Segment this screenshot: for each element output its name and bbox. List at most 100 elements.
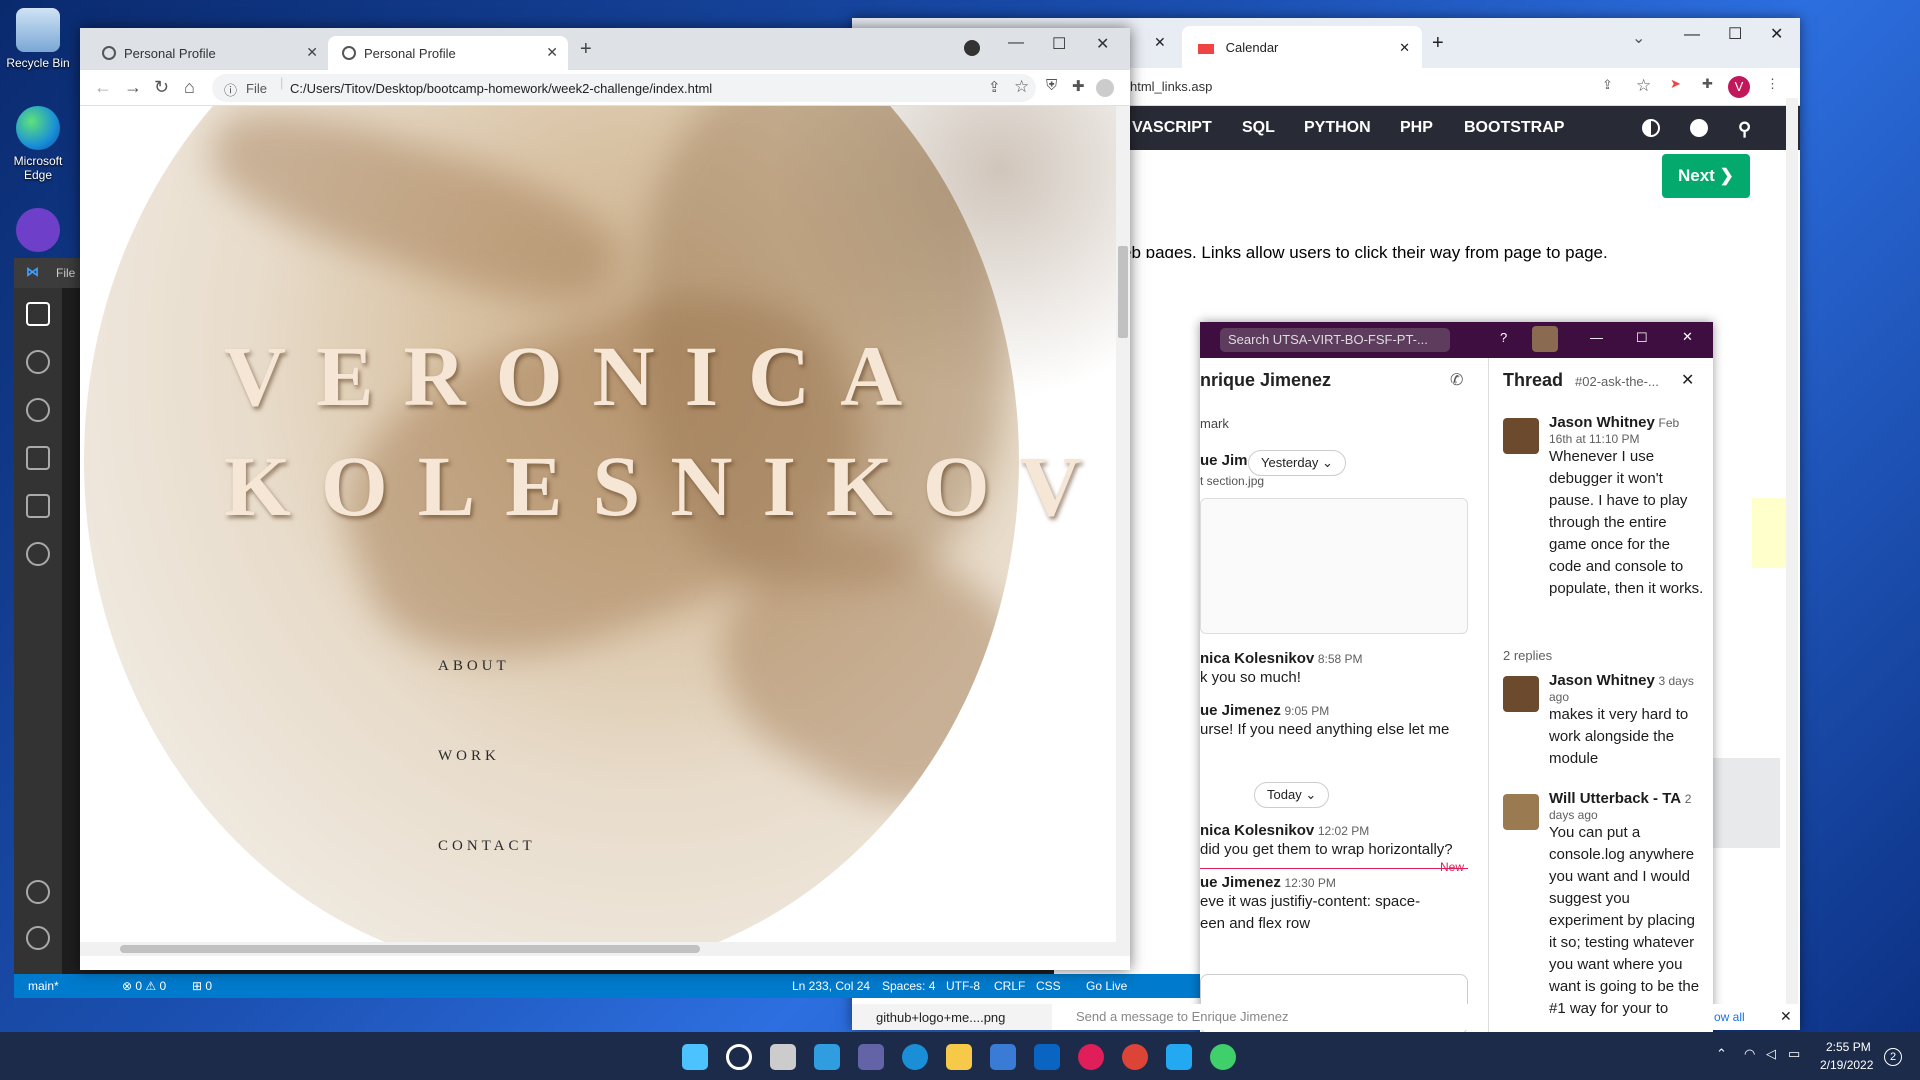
github-desktop-icon[interactable]	[16, 208, 60, 252]
message-author[interactable]: nica Kolesnikov	[1200, 650, 1314, 667]
run-debug-icon[interactable]	[26, 446, 50, 470]
close-window-icon[interactable]: ✕	[1770, 24, 1783, 44]
scrollbar-thumb[interactable]	[120, 945, 700, 953]
desktop-icon-recycle-bin[interactable]: Recycle Bin	[4, 8, 72, 70]
volume-icon[interactable]: ◁	[1766, 1046, 1776, 1062]
nav-link-contact[interactable]: CONTACT	[438, 838, 536, 855]
desktop-icon-edge[interactable]: Microsoft Edge	[4, 106, 72, 182]
clock-time[interactable]: 2:55 PM	[1826, 1040, 1871, 1054]
share-icon[interactable]: ⇪	[1602, 77, 1613, 93]
problems-status[interactable]: ⊗ 0 ⚠ 0	[122, 979, 166, 993]
dm-header-name[interactable]: nrique Jimenez	[1200, 370, 1331, 391]
bookmark-bar[interactable]: mark	[1200, 416, 1229, 431]
search-icon[interactable]	[726, 1044, 752, 1070]
eol-status[interactable]: CRLF	[994, 979, 1025, 993]
nav-link-about[interactable]: ABOUT	[438, 658, 510, 675]
tab-personal-profile-1[interactable]: Personal Profile ✕	[88, 36, 328, 70]
message-author[interactable]: ue Jimenez	[1200, 702, 1281, 719]
forward-icon[interactable]: →	[124, 77, 142, 98]
mail-icon[interactable]	[1034, 1044, 1060, 1070]
slack-search-input[interactable]: Search UTSA-VIRT-BO-FSF-PT-...	[1220, 328, 1450, 352]
dark-mode-icon[interactable]	[1642, 119, 1660, 137]
composer-placeholder[interactable]: Send a message to Enrique Jimenez	[1076, 1009, 1288, 1024]
next-button[interactable]: Next ❯	[1662, 154, 1750, 198]
indentation-status[interactable]: Spaces: 4	[882, 979, 935, 993]
close-tab-icon[interactable]: ✕	[546, 44, 558, 61]
encoding-status[interactable]: UTF-8	[946, 979, 980, 993]
tab-search-icon[interactable]: ⌄	[1632, 28, 1645, 48]
wifi-icon[interactable]: ◠	[1744, 1046, 1755, 1062]
vertical-scrollbar[interactable]	[1116, 106, 1130, 956]
code-screenshot-image[interactable]	[1200, 498, 1468, 634]
close-downloads-icon[interactable]: ✕	[1780, 1008, 1792, 1025]
vscode-icon[interactable]	[1166, 1044, 1192, 1070]
address-bar[interactable]: ⓘ File | C:/Users/Titov/Desktop/bootcamp…	[212, 74, 1036, 102]
tab-personal-profile-2[interactable]: Personal Profile ✕	[328, 36, 568, 70]
scrollbar[interactable]	[1786, 98, 1798, 1030]
settings-gear-icon[interactable]	[26, 926, 50, 950]
message-author[interactable]: Will Utterback - TA	[1549, 790, 1681, 807]
git-branch-status[interactable]: main*	[28, 979, 59, 993]
clock-date[interactable]: 2/19/2022	[1820, 1058, 1873, 1072]
search-icon[interactable]: ⚲	[1738, 119, 1751, 140]
extensions-icon[interactable]	[26, 494, 50, 518]
horizontal-scrollbar[interactable]	[80, 942, 1116, 956]
share-icon[interactable]: ⇪	[988, 78, 1001, 96]
language-status[interactable]: CSS	[1036, 979, 1061, 993]
task-view-icon[interactable]	[770, 1044, 796, 1070]
globe-icon[interactable]	[1690, 119, 1708, 137]
avatar[interactable]	[1503, 794, 1539, 830]
nav-item-javascript[interactable]: VASCRIPT	[1132, 119, 1212, 137]
tab-search-icon[interactable]	[964, 40, 980, 56]
maximize-icon[interactable]: ☐	[1636, 330, 1648, 346]
chrome-icon[interactable]	[1122, 1044, 1148, 1070]
close-tab-icon[interactable]: ✕	[306, 44, 318, 61]
nav-item-sql[interactable]: SQL	[1242, 119, 1275, 137]
teams-chat-icon[interactable]	[858, 1044, 884, 1070]
widgets-icon[interactable]	[814, 1044, 840, 1070]
file-explorer-icon[interactable]	[946, 1044, 972, 1070]
profile-avatar[interactable]	[1096, 79, 1114, 97]
avatar[interactable]	[1503, 676, 1539, 712]
minimize-icon[interactable]: —	[1590, 330, 1603, 345]
go-live-button[interactable]: Go Live	[1086, 979, 1127, 993]
minimize-icon[interactable]: —	[1008, 34, 1024, 52]
tray-chevron-icon[interactable]: ⌃	[1716, 1046, 1727, 1062]
date-divider-today[interactable]: Today ⌄	[1254, 782, 1330, 808]
ports-status[interactable]: ⊞ 0	[192, 979, 212, 993]
file-attachment-label[interactable]: t section.jpg	[1200, 474, 1264, 488]
reload-icon[interactable]: ↻	[154, 77, 169, 98]
start-icon[interactable]	[682, 1044, 708, 1070]
maximize-icon[interactable]: ☐	[1052, 34, 1066, 54]
remote-explorer-icon[interactable]	[26, 542, 50, 566]
explorer-icon[interactable]	[26, 302, 50, 326]
bookmark-star-icon[interactable]: ☆	[1636, 76, 1651, 96]
show-all-link[interactable]: ow all	[1714, 1010, 1745, 1024]
cursor-position[interactable]: Ln 233, Col 24	[792, 979, 870, 993]
battery-icon[interactable]: ▭	[1788, 1046, 1800, 1062]
menu-file[interactable]: File	[56, 266, 75, 280]
maximize-icon[interactable]: ☐	[1728, 24, 1742, 44]
nav-item-php[interactable]: PHP	[1400, 119, 1433, 137]
new-tab-icon[interactable]: +	[580, 38, 592, 61]
close-window-icon[interactable]: ✕	[1682, 329, 1693, 345]
tab-calendar[interactable]: Calendar ✕	[1182, 26, 1422, 68]
slack-icon[interactable]	[1078, 1044, 1104, 1070]
close-tab-icon[interactable]: ✕	[1154, 34, 1166, 51]
thread-channel[interactable]: #02-ask-the-...	[1575, 374, 1659, 389]
edge-beta-icon[interactable]	[1210, 1044, 1236, 1070]
message-author[interactable]: ue Jimenez	[1200, 874, 1281, 891]
nav-item-python[interactable]: PYTHON	[1304, 119, 1371, 137]
user-avatar[interactable]	[1532, 326, 1558, 352]
shield-extension-icon[interactable]: ⛨	[1046, 77, 1057, 94]
store-icon[interactable]	[990, 1044, 1016, 1070]
call-icon[interactable]: ✆	[1450, 370, 1463, 390]
puzzle-icon[interactable]: ✚	[1702, 76, 1713, 92]
edge-icon[interactable]	[902, 1044, 928, 1070]
minimize-icon[interactable]: —	[1684, 26, 1700, 44]
close-tab-icon[interactable]: ✕	[1399, 40, 1410, 56]
nav-item-bootstrap[interactable]: BOOTSTRAP	[1464, 119, 1564, 137]
new-tab-icon[interactable]: +	[1432, 32, 1444, 55]
accounts-icon[interactable]	[26, 880, 50, 904]
nav-link-work[interactable]: WORK	[438, 748, 500, 765]
